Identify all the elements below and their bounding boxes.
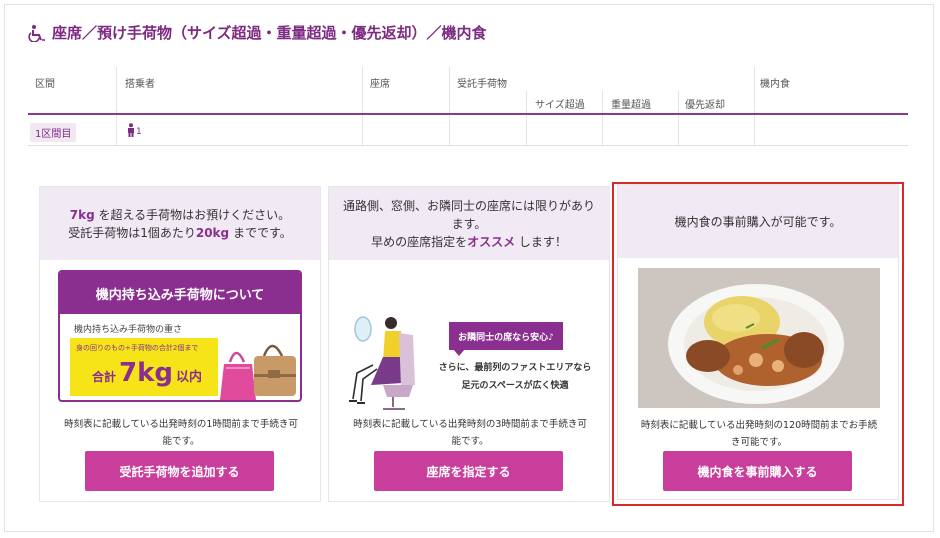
seat-recommend-highlight: オススメ: [467, 234, 516, 249]
fast-area-promo-line1: さらに、最前列のファストエリアなら: [438, 363, 592, 373]
seat-header-line3: 早めの座席指定を: [371, 234, 468, 249]
add-checked-baggage-button[interactable]: 受託手荷物を追加する: [85, 451, 274, 491]
carry-on-limit: 7kg: [69, 207, 95, 222]
fast-area-promo: さらに、最前列のファストエリアなら 足元のスペースが広く快適: [429, 359, 601, 395]
baggage-card-header: 7kg を超える手荷物はお預けください。 受託手荷物は1個あたり20kg までで…: [40, 187, 320, 260]
fast-area-promo-line2: 足元のスペースが広く快適: [461, 381, 569, 391]
page-title: 座席／預け手荷物（サイズ超過・重量超過・優先返却）／機内食: [52, 24, 487, 42]
luggage-bags-icon: [220, 344, 296, 400]
passenger-count-value: 1: [136, 127, 142, 137]
seat-promo-bubble-tail: [453, 349, 465, 356]
baggage-header-line2: 受託手荷物は1個あたり: [68, 225, 196, 240]
weight-limit-total-value: 7kg: [119, 358, 174, 388]
baggage-deadline-line2: 能です。: [162, 436, 200, 447]
meal-highlight-outline: [612, 182, 904, 506]
weight-limit-total: 合計 7kg 以内: [92, 358, 202, 388]
seat-header-line2: ます。: [451, 216, 487, 231]
passenger-count: 1: [126, 123, 142, 137]
seated-passenger-illustration: [349, 316, 415, 410]
select-seat-button[interactable]: 座席を指定する: [374, 451, 563, 491]
col-header-priority-return: 優先返却: [685, 100, 725, 111]
baggage-deadline-note: 時刻表に記載している出発時刻の1時間前まで手続き可 能です。: [50, 416, 312, 450]
table-divider: [116, 67, 117, 145]
seat-deadline-line2: 能です。: [451, 436, 489, 447]
col-header-segment: 区間: [35, 79, 55, 90]
table-bottom-rule: [28, 145, 908, 146]
col-header-weight-over: 重量超過: [611, 100, 651, 111]
col-header-size-over: サイズ超過: [535, 100, 585, 111]
baggage-deadline-line1: 時刻表に記載している出発時刻の1時間前まで手続き可: [64, 419, 298, 430]
baggage-card: 7kg を超える手荷物はお預けください。 受託手荷物は1個あたり20kg までで…: [39, 186, 321, 502]
table-header-rule: [28, 113, 908, 115]
seat-promo-bubble: お隣同士の席なら安心♪: [449, 322, 563, 350]
person-icon: [128, 123, 134, 137]
selection-table: 区間 搭乗者 座席 受託手荷物 サイズ超過 重量超過 優先返却 機内食 1区間目…: [28, 67, 908, 146]
table-divider: [526, 91, 527, 145]
seat-deadline-note: 時刻表に記載している出発時刻の3時間前まで手続き可 能です。: [339, 416, 601, 450]
baggage-header-line1: を超える手荷物はお預けください。: [94, 207, 291, 222]
wheelchair-icon: [28, 24, 45, 42]
col-header-meal: 機内食: [760, 79, 790, 90]
carry-on-panel-subtitle: 機内持ち込み手荷物の重さ: [74, 325, 183, 335]
seat-card-header: 通路側、窓側、お隣同士の座席には限りがあり ます。 早めの座席指定をオススメ し…: [329, 187, 609, 260]
carry-on-panel-title: 機内持ち込み手荷物について: [60, 272, 300, 314]
weight-limit-badge: 身の回りのもの+手荷物の合計2個まで 合計 7kg 以内: [70, 338, 218, 396]
col-header-checked-baggage: 受託手荷物: [457, 79, 507, 90]
table-divider: [678, 91, 679, 145]
segment-badge: 1区間目: [30, 123, 77, 142]
seat-card: 通路側、窓側、お隣同士の座席には限りがあり ます。 早めの座席指定をオススメ し…: [328, 186, 610, 502]
table-divider: [754, 67, 755, 145]
col-header-seat: 座席: [370, 79, 390, 90]
section-title: 座席／預け手荷物（サイズ超過・重量超過・優先返却）／機内食: [28, 22, 487, 43]
weight-limit-total-suffix: 以内: [176, 370, 203, 385]
carry-on-info-panel: 機内持ち込み手荷物について 機内持ち込み手荷物の重さ 身の回りのもの+手荷物の合…: [58, 270, 302, 402]
col-header-passenger: 搭乗者: [125, 79, 155, 90]
seat-header-line1: 通路側、窓側、お隣同士の座席には限りがあり: [342, 198, 595, 213]
weight-limit-total-label: 合計: [92, 370, 117, 384]
baggage-header-line2-end: までです。: [229, 225, 292, 240]
table-divider: [362, 67, 363, 145]
weight-limit-note: 身の回りのもの+手荷物の合計2個まで: [76, 344, 199, 352]
seat-deadline-line1: 時刻表に記載している出発時刻の3時間前まで手続き可: [353, 419, 587, 430]
table-divider: [602, 91, 603, 145]
seat-header-line3-end: します！: [515, 234, 567, 249]
table-divider: [449, 67, 450, 145]
checked-limit: 20kg: [195, 225, 230, 240]
